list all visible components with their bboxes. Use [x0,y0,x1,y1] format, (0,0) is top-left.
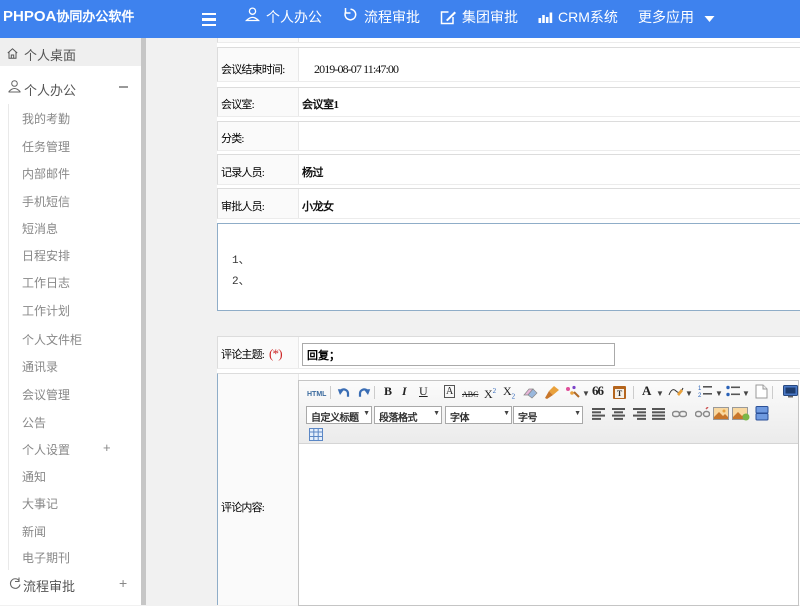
svg-text:T: T [617,389,623,398]
svg-text:2: 2 [698,393,702,398]
svg-text:1: 1 [698,386,702,392]
